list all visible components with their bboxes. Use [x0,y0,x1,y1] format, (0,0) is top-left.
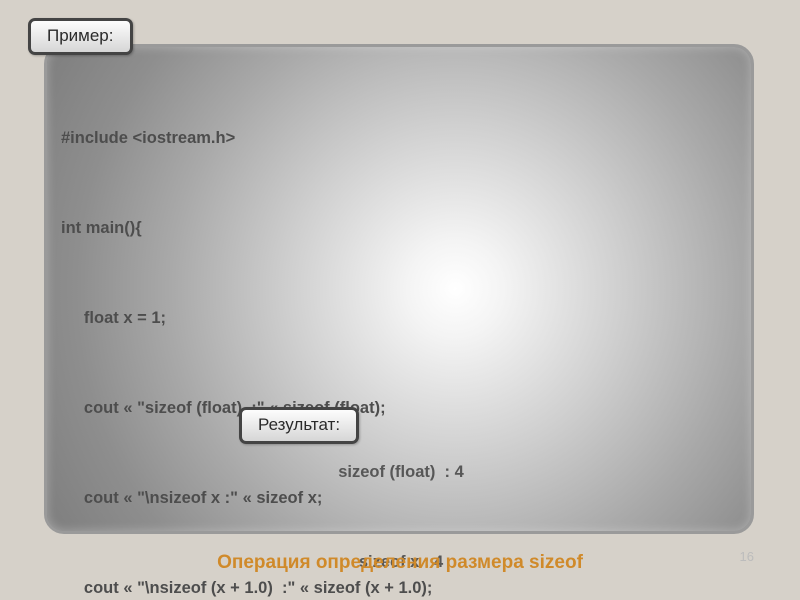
example-badge: Пример: [28,18,133,55]
code-line: int main(){ [61,213,741,243]
code-line: #include <iostream.h> [61,123,741,153]
slide-caption: Операция определения размера sizeof [0,552,800,574]
code-line: float x = 1; [61,303,741,333]
result-badge: Результат: [239,407,359,444]
content-panel: #include <iostream.h> int main(){ float … [44,44,754,534]
page-number: 16 [740,549,754,564]
output-line: sizeof (float) : 4 [61,457,741,487]
